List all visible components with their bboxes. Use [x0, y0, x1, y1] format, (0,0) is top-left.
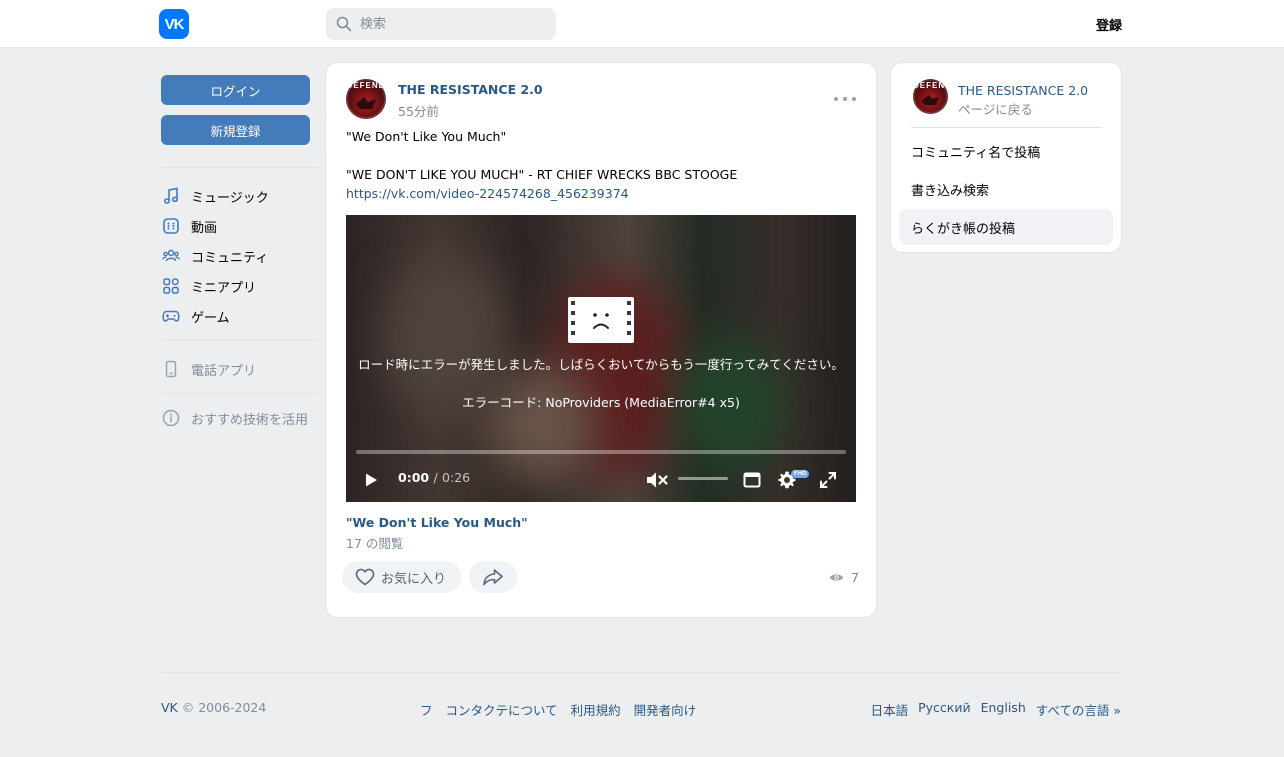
- footer-divider: [161, 672, 1121, 673]
- time-total: 0:26: [442, 470, 471, 485]
- phone-icon: [161, 359, 181, 379]
- video-icon: [161, 216, 181, 236]
- sidebar-item-label: ミニアプリ: [191, 280, 257, 296]
- miniplayer-button[interactable]: [739, 467, 765, 493]
- back-to-page-link[interactable]: ページに戻る: [958, 99, 1033, 118]
- search-icon: [336, 16, 352, 32]
- side-item-wall-posts[interactable]: らくがき帳の投稿: [899, 209, 1113, 245]
- post-card: DEFEND THE RESISTANCE 2.0 55分前 "We Don't…: [325, 62, 877, 618]
- community-icon: [161, 246, 181, 266]
- language-english[interactable]: English: [981, 700, 1026, 719]
- side-item-community-posts[interactable]: コミュニティ名で投稿: [899, 133, 1113, 169]
- video-player[interactable]: ロード時にエラーが発生しました。しばらくおいてからもう一度行ってみてください。 …: [346, 215, 856, 502]
- eye-icon: [829, 574, 844, 581]
- sidebar-item-label: ゲーム: [191, 310, 230, 326]
- language-all[interactable]: すべての言語 »: [1036, 700, 1121, 719]
- heart-icon: [355, 568, 375, 586]
- favorite-button[interactable]: お気に入り: [342, 561, 461, 593]
- dot-icon: [834, 97, 838, 101]
- sidebar-divider: [161, 339, 317, 340]
- mini-apps-icon: [161, 276, 181, 296]
- sidebar-item-phone-app[interactable]: 電話アプリ: [161, 355, 317, 383]
- dot-icon: [843, 97, 847, 101]
- sidebar-item-label: 電話アプリ: [191, 363, 257, 379]
- time-separator: /: [433, 470, 438, 485]
- window-icon: [743, 472, 761, 488]
- sidebar-divider: [161, 167, 317, 168]
- post-view-count: 7: [829, 570, 859, 585]
- share-button[interactable]: [469, 561, 517, 593]
- video-title-link[interactable]: "We Don't Like You Much": [346, 515, 528, 530]
- footer-languages: 日本語 Русский English すべての言語 »: [871, 700, 1121, 719]
- footer-link-terms[interactable]: 利用規約: [571, 700, 621, 719]
- play-icon: [366, 473, 377, 487]
- video-error-message: ロード時にエラーが発生しました。しばらくおいてからもう一度行ってみてください。: [358, 357, 844, 372]
- sidebar-item-games[interactable]: ゲーム: [161, 302, 317, 330]
- volume-slider[interactable]: [678, 477, 728, 480]
- play-button[interactable]: [358, 467, 384, 493]
- fullscreen-icon: [820, 472, 836, 488]
- sidebar-item-label: ミュージック: [191, 190, 269, 206]
- dot-icon: [852, 97, 856, 101]
- video-progress-bar[interactable]: [356, 450, 846, 454]
- community-side-card: DEFEND THE RESISTANCE 2.0 ページに戻る コミュニティ名…: [890, 62, 1122, 253]
- search-input[interactable]: [360, 16, 540, 32]
- vk-logo[interactable]: VK: [159, 9, 189, 39]
- volume-muted-icon: [647, 472, 668, 488]
- fullscreen-button[interactable]: [815, 467, 841, 493]
- sidebar-item-technologies[interactable]: おすすめ技術を活用: [161, 404, 317, 432]
- post-text-line: "We Don't Like You Much": [346, 129, 507, 144]
- footer-link-about[interactable]: コンタクテについて: [446, 700, 558, 719]
- sidebar-divider: [161, 393, 317, 394]
- footer-link[interactable]: フ: [420, 700, 433, 719]
- sidebar-item-label: コミュニティ: [191, 250, 269, 266]
- side-divider: [911, 127, 1102, 128]
- post-author-link[interactable]: THE RESISTANCE 2.0: [398, 82, 543, 97]
- login-button[interactable]: ログイン: [161, 75, 310, 105]
- share-icon: [483, 569, 503, 586]
- top-header: VK 登録: [0, 0, 1284, 48]
- register-link[interactable]: 登録: [1096, 15, 1122, 34]
- post-time[interactable]: 55分前: [398, 101, 439, 120]
- more-options-button[interactable]: [834, 91, 856, 107]
- view-count-value: 7: [851, 570, 859, 585]
- search-box[interactable]: [326, 8, 556, 40]
- side-avatar[interactable]: DEFEND: [913, 79, 948, 114]
- gamepad-icon: [161, 306, 181, 326]
- video-time: 0:00 / 0:26: [398, 470, 470, 485]
- sidebar-item-label: 動画: [191, 220, 218, 236]
- side-author-link[interactable]: THE RESISTANCE 2.0: [958, 83, 1088, 98]
- video-error-code: エラーコード: NoProviders (MediaError#4 x5): [462, 395, 740, 410]
- language-japanese[interactable]: 日本語: [871, 700, 909, 719]
- footer-link-developers[interactable]: 開発者向け: [634, 700, 697, 719]
- sidebar-item-community[interactable]: コミュニティ: [161, 242, 317, 270]
- time-current: 0:00: [398, 470, 430, 485]
- side-item-search-posts[interactable]: 書き込み検索: [899, 171, 1113, 207]
- video-view-count: 17 の閲覧: [346, 536, 404, 551]
- sidebar-item-mini-apps[interactable]: ミニアプリ: [161, 272, 317, 300]
- mute-button[interactable]: [644, 467, 670, 493]
- favorite-label: お気に入り: [381, 571, 447, 587]
- footer-vk-link[interactable]: VK: [161, 700, 178, 715]
- info-icon: [161, 408, 181, 428]
- sidebar-item-video[interactable]: 動画: [161, 212, 317, 240]
- post-text-line: "WE DON'T LIKE YOU MUCH" - RT CHIEF WREC…: [346, 167, 738, 182]
- footer-copyright: VK © 2006-2024: [161, 700, 266, 715]
- language-russian[interactable]: Русский: [918, 700, 970, 719]
- avatar[interactable]: DEFEND: [346, 79, 386, 119]
- sad-film-icon: [568, 297, 634, 343]
- copyright-text: © 2006-2024: [181, 700, 267, 715]
- quality-badge: FHD: [791, 470, 810, 478]
- footer-links: フ コンタクテについて 利用規約 開発者向け: [420, 700, 696, 719]
- sidebar-item-label: おすすめ技術を活用: [191, 412, 309, 428]
- signup-button[interactable]: 新規登録: [161, 115, 310, 145]
- post-video-link[interactable]: https://vk.com/video-224574268_456239374: [346, 186, 629, 201]
- sidebar-item-music[interactable]: ミュージック: [161, 182, 317, 210]
- music-icon: [161, 186, 181, 206]
